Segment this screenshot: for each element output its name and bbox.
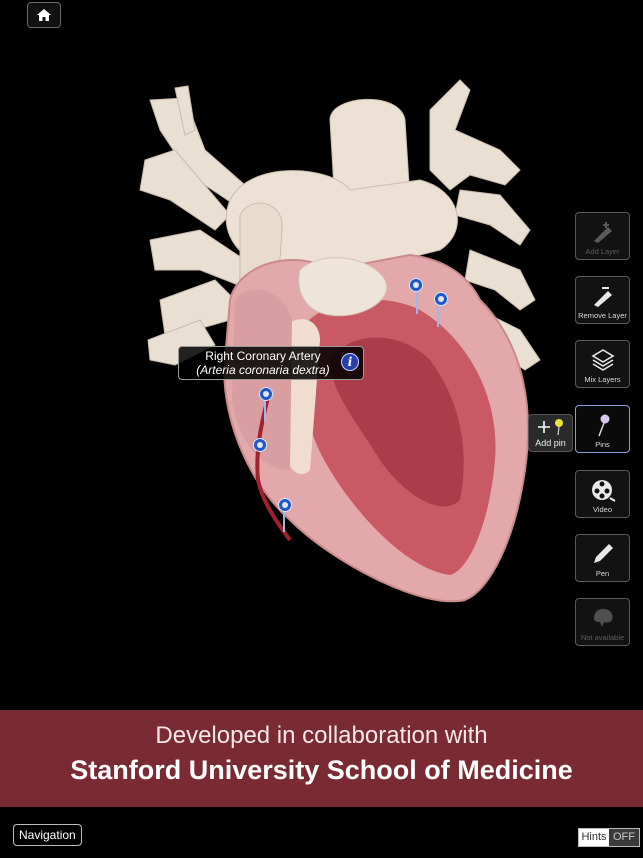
add-layer-button[interactable]: Add Layer: [575, 212, 630, 260]
yellow-pin-icon: [555, 419, 563, 436]
collaboration-banner: Developed in collaboration with Stanford…: [0, 710, 643, 807]
home-icon: [37, 9, 51, 21]
info-icon[interactable]: i: [341, 353, 359, 371]
map-pin[interactable]: [434, 292, 448, 306]
video-button[interactable]: Video: [575, 470, 630, 518]
pin-stem: [283, 512, 285, 532]
unavailable-tool-button[interactable]: Not available: [575, 598, 630, 646]
remove-layer-label: Remove Layer: [578, 311, 627, 320]
not-available-label: Not available: [580, 633, 625, 642]
pin-icon: [597, 414, 609, 437]
pen-label: Pen: [595, 569, 610, 578]
add-pin-button[interactable]: Add pin: [528, 414, 573, 452]
add-pin-label: Add pin: [535, 438, 566, 448]
video-reel-icon: [591, 480, 616, 502]
pins-label: Pins: [595, 440, 610, 449]
hints-toggle[interactable]: Hints OFF: [578, 828, 640, 847]
map-pin[interactable]: [259, 387, 273, 401]
banner-line2: Stanford University School of Medicine: [70, 755, 573, 785]
pin-stem: [437, 305, 439, 327]
structure-name: Right Coronary Artery: [205, 349, 321, 363]
remove-layer-button[interactable]: Remove Layer: [575, 276, 630, 324]
layers-icon: [590, 349, 615, 371]
mix-layers-label: Mix Layers: [584, 375, 621, 384]
structure-latin-name: (Arteria coronaria dextra): [196, 363, 330, 377]
pins-button[interactable]: Pins: [575, 405, 630, 453]
video-label: Video: [592, 505, 613, 514]
mix-layers-button[interactable]: Mix Layers: [575, 340, 630, 388]
pin-stem: [416, 290, 418, 314]
brain-icon: [593, 608, 613, 627]
pin-stem: [264, 400, 266, 422]
add-layer-label: Add Layer: [585, 247, 620, 256]
navigation-button[interactable]: Navigation: [13, 824, 82, 846]
banner-line1: Developed in collaboration with: [155, 722, 488, 749]
pen-icon: [593, 544, 613, 563]
add-layer-icon: [593, 222, 612, 243]
map-pin[interactable]: [409, 278, 423, 292]
structure-label-callout[interactable]: Right Coronary Artery (Arteria coronaria…: [178, 346, 364, 380]
map-pin[interactable]: [278, 498, 292, 512]
hints-label: Hints: [579, 829, 609, 846]
map-pin[interactable]: [253, 438, 267, 452]
remove-layer-icon: [593, 287, 612, 307]
pen-button[interactable]: Pen: [575, 534, 630, 582]
hints-state: OFF: [609, 829, 639, 846]
home-button[interactable]: [27, 2, 61, 28]
move-pin-icon: [538, 421, 550, 433]
